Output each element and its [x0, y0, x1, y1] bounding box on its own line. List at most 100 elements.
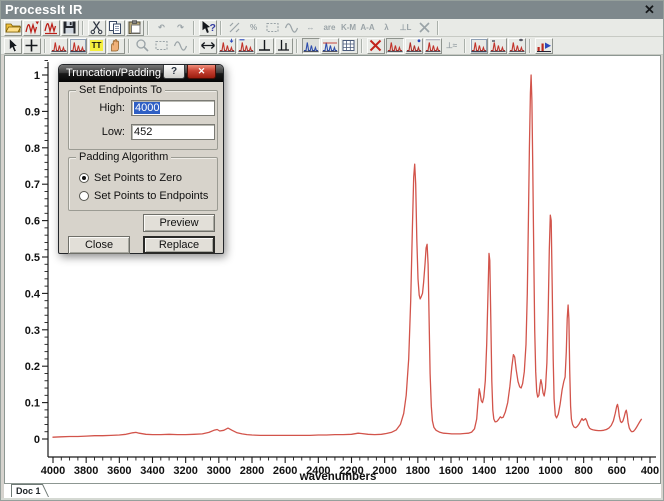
red-spectrum-export-button[interactable]	[42, 20, 60, 36]
high-label: High:	[69, 102, 125, 114]
svg-text:2600: 2600	[273, 465, 297, 477]
dialog-titlebar[interactable]: Truncation/Padding ? ✕	[59, 65, 223, 82]
percent-transmit-icon: %	[250, 23, 257, 32]
grid-view-button[interactable]	[340, 38, 358, 54]
select-cursor-button[interactable]	[4, 38, 22, 54]
are-units-icon: are	[323, 23, 335, 32]
stack-view-button[interactable]	[302, 38, 320, 54]
replace-button[interactable]: Replace	[143, 236, 215, 254]
save-button[interactable]	[61, 20, 79, 36]
high-endpoint-input[interactable]: 4000	[131, 100, 215, 116]
close-button[interactable]: Close	[68, 236, 130, 254]
set-points-to-endpoints-radio[interactable]	[79, 191, 89, 201]
svg-text:3600: 3600	[107, 465, 131, 477]
svg-text:?: ?	[209, 22, 215, 34]
svg-text:3800: 3800	[74, 465, 98, 477]
zoom-button	[134, 38, 152, 54]
doc-tab-label: Doc 1	[12, 485, 48, 497]
spectrum-view-icon	[51, 38, 67, 53]
spectrum-d-button[interactable]	[470, 38, 488, 54]
spectrum-c-button[interactable]	[424, 38, 442, 54]
svg-text:0.7: 0.7	[25, 179, 40, 191]
baseline-range-button[interactable]	[275, 38, 293, 54]
window-title: ProcessIt IR	[5, 2, 83, 17]
spectrum-view-button[interactable]	[50, 38, 68, 54]
low-endpoint-input[interactable]: 452	[131, 124, 215, 140]
zoom-out-icon	[173, 38, 188, 53]
window-titlebar[interactable]: ProcessIt IR ✕	[1, 1, 663, 19]
toolbar-separator	[437, 21, 439, 35]
preview-button[interactable]: Preview	[143, 214, 215, 232]
toolbar-separator	[296, 39, 298, 53]
pan-hand-icon	[108, 38, 123, 53]
toolbar-separator	[44, 39, 46, 53]
svg-text:1600: 1600	[439, 465, 463, 477]
text-annotation-icon: TT	[90, 40, 104, 51]
clear-overlay-button[interactable]	[367, 38, 385, 54]
select-cursor-icon	[5, 38, 21, 53]
baseline-point-icon	[257, 38, 272, 53]
toolbar-separator	[220, 21, 222, 35]
spectrum-f-icon	[509, 38, 525, 53]
spectrum-frame-button[interactable]	[69, 38, 87, 54]
svg-text:0.9: 0.9	[25, 106, 40, 118]
clear-overlay-icon	[368, 38, 383, 53]
low-label: Low:	[69, 126, 125, 138]
window-close-button[interactable]: ✕	[642, 2, 657, 17]
spectrum-b-button[interactable]	[405, 38, 423, 54]
svg-text:3200: 3200	[173, 465, 197, 477]
peak-area-button[interactable]	[237, 38, 255, 54]
text-annotation-button[interactable]: TT	[88, 38, 106, 54]
peak-area-icon	[238, 38, 254, 53]
dialog-help-button[interactable]: ?	[163, 65, 185, 79]
toolbar-separator	[529, 39, 531, 53]
doc-tab[interactable]: Doc 1	[11, 484, 49, 497]
crosshair-button[interactable]	[23, 38, 41, 54]
toolbar-separator	[82, 21, 84, 35]
spectrum-c-icon	[425, 38, 441, 53]
cut-button[interactable]	[88, 20, 106, 36]
low-endpoint-value: 452	[134, 126, 152, 138]
copy-button[interactable]	[107, 20, 125, 36]
set-endpoints-label: Set Endpoints To	[76, 84, 165, 96]
app-window: ProcessIt IR ✕ ↶↷?%↔areK-MA-Aλ⊥L TT⊥≈ 40…	[0, 0, 664, 501]
perpendicular-icon: ⊥L	[400, 23, 412, 32]
spectrum-a-button[interactable]	[386, 38, 404, 54]
dialog-close-icon[interactable]: ✕	[187, 65, 216, 79]
toolbar-separator	[193, 39, 195, 53]
baseline-point-button[interactable]	[256, 38, 274, 54]
toolbar-row-2: TT ⊥≈	[1, 37, 663, 55]
region-select-button	[264, 20, 282, 36]
redo-button: ↷	[172, 20, 190, 36]
smooth-icon	[284, 20, 299, 35]
region-select-icon	[265, 20, 280, 35]
spectrum-a-icon	[387, 38, 403, 53]
context-help-button[interactable]: ?	[199, 20, 217, 36]
pan-hand-button[interactable]	[107, 38, 125, 54]
stack-view-icon	[303, 38, 319, 53]
svg-text:0.1: 0.1	[25, 398, 40, 410]
zoom-box-icon	[154, 38, 169, 53]
spectrum-e-button[interactable]	[489, 38, 507, 54]
svg-text:0.6: 0.6	[25, 216, 40, 228]
svg-text:1200: 1200	[505, 465, 529, 477]
kubelka-munk-button: K-M	[340, 20, 358, 36]
open-button[interactable]	[4, 20, 22, 36]
set-points-to-endpoints-label: Set Points to Endpoints	[94, 190, 208, 202]
export-chart-button[interactable]	[535, 38, 553, 54]
spectrum-f-button[interactable]	[508, 38, 526, 54]
toolbar-separator	[128, 39, 130, 53]
annotate-peak-button: ⊥≈	[443, 38, 461, 54]
red-spectrum-import-button[interactable]	[23, 20, 41, 36]
red-spectrum-export-icon	[43, 20, 59, 35]
paste-button[interactable]	[126, 20, 144, 36]
peak-pick-button[interactable]	[218, 38, 236, 54]
redo-icon: ↷	[177, 23, 184, 32]
context-help-icon: ?	[200, 20, 216, 35]
overlay-view-button[interactable]	[321, 38, 339, 54]
expand-x-button[interactable]	[199, 38, 217, 54]
svg-text:0.3: 0.3	[25, 325, 40, 337]
zoom-box-button	[153, 38, 171, 54]
red-spectrum-import-icon	[24, 20, 40, 35]
set-points-to-zero-radio[interactable]	[79, 173, 89, 183]
